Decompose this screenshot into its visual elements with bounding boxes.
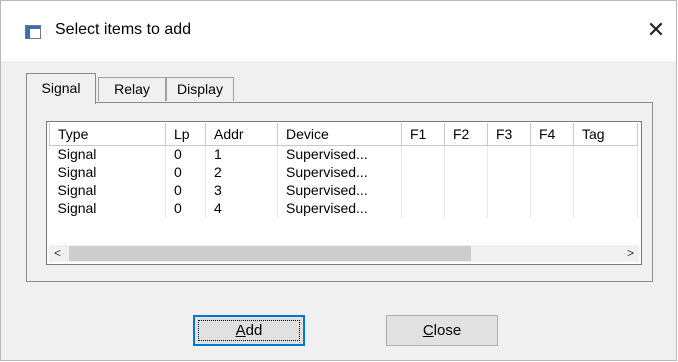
cell-f3 xyxy=(487,163,531,182)
column-header-f2[interactable]: F2 xyxy=(444,123,488,146)
column-header-addr[interactable]: Addr xyxy=(205,123,278,146)
column-header-f1[interactable]: F1 xyxy=(401,123,445,146)
close-button[interactable]: Close xyxy=(386,315,498,346)
items-table: Type Lp Addr Device F1 F2 F3 F4 Tag Sign… xyxy=(49,123,638,218)
cell-f3 xyxy=(487,199,531,218)
cell-type: Signal xyxy=(49,199,166,218)
scrollbar-thumb[interactable] xyxy=(69,246,471,261)
cell-tag xyxy=(573,181,638,200)
cell-device: Supervised... xyxy=(277,199,402,218)
items-list[interactable]: Type Lp Addr Device F1 F2 F3 F4 Tag Sign… xyxy=(46,121,642,265)
cell-f4 xyxy=(530,145,574,164)
scroll-left-icon[interactable]: < xyxy=(49,245,66,262)
cell-f3 xyxy=(487,181,531,200)
cell-f2 xyxy=(444,181,488,200)
column-header-type[interactable]: Type xyxy=(49,123,166,146)
cell-f4 xyxy=(530,181,574,200)
cell-device: Supervised... xyxy=(277,163,402,182)
cell-device: Supervised... xyxy=(277,145,402,164)
cell-f4 xyxy=(530,199,574,218)
tab-relay[interactable]: Relay xyxy=(98,77,166,101)
cell-lp: 0 xyxy=(165,199,206,218)
cell-f2 xyxy=(444,163,488,182)
cell-tag xyxy=(573,145,638,164)
cell-type: Signal xyxy=(49,145,166,164)
cell-lp: 0 xyxy=(165,181,206,200)
cell-f2 xyxy=(444,145,488,164)
table-header: Type Lp Addr Device F1 F2 F3 F4 Tag xyxy=(49,123,638,146)
column-header-f3[interactable]: F3 xyxy=(487,123,531,146)
cell-type: Signal xyxy=(49,181,166,200)
column-header-tag[interactable]: Tag xyxy=(573,123,638,146)
cell-tag xyxy=(573,199,638,218)
dialog-title: Select items to add xyxy=(55,21,192,38)
scroll-right-icon[interactable]: > xyxy=(622,245,639,262)
table-row[interactable]: Signal 0 2 Supervised... xyxy=(49,163,638,182)
cell-addr: 2 xyxy=(205,163,278,182)
cell-addr: 4 xyxy=(205,199,278,218)
tab-display[interactable]: Display xyxy=(166,77,234,101)
title-bar[interactable]: Select items to add ✕ xyxy=(1,1,676,61)
cell-tag xyxy=(573,163,638,182)
cell-f2 xyxy=(444,199,488,218)
close-mnemonic: C xyxy=(422,322,434,339)
close-icon[interactable]: ✕ xyxy=(636,15,676,45)
table-row[interactable]: Signal 0 4 Supervised... xyxy=(49,199,638,218)
cell-f3 xyxy=(487,145,531,164)
add-button[interactable]: Add xyxy=(193,315,305,346)
cell-addr: 1 xyxy=(205,145,278,164)
window-icon xyxy=(25,25,41,39)
close-label-rest: lose xyxy=(433,322,462,339)
cell-lp: 0 xyxy=(165,145,206,164)
cell-f1 xyxy=(401,163,445,182)
cell-f4 xyxy=(530,163,574,182)
column-header-device[interactable]: Device xyxy=(277,123,402,146)
column-header-lp[interactable]: Lp xyxy=(165,123,206,146)
cell-lp: 0 xyxy=(165,163,206,182)
cell-device: Supervised... xyxy=(277,181,402,200)
cell-addr: 3 xyxy=(205,181,278,200)
cell-f1 xyxy=(401,181,445,200)
cell-f1 xyxy=(401,145,445,164)
tab-signal[interactable]: Signal xyxy=(26,73,96,104)
horizontal-scrollbar[interactable]: < > xyxy=(49,245,639,262)
dialog-window: Select items to add ✕ Signal Relay Displ… xyxy=(0,0,677,361)
column-header-f4[interactable]: F4 xyxy=(530,123,574,146)
cell-f1 xyxy=(401,199,445,218)
cell-type: Signal xyxy=(49,163,166,182)
table-row[interactable]: Signal 0 1 Supervised... xyxy=(49,145,638,164)
table-row[interactable]: Signal 0 3 Supervised... xyxy=(49,181,638,200)
focus-rectangle xyxy=(198,320,300,341)
